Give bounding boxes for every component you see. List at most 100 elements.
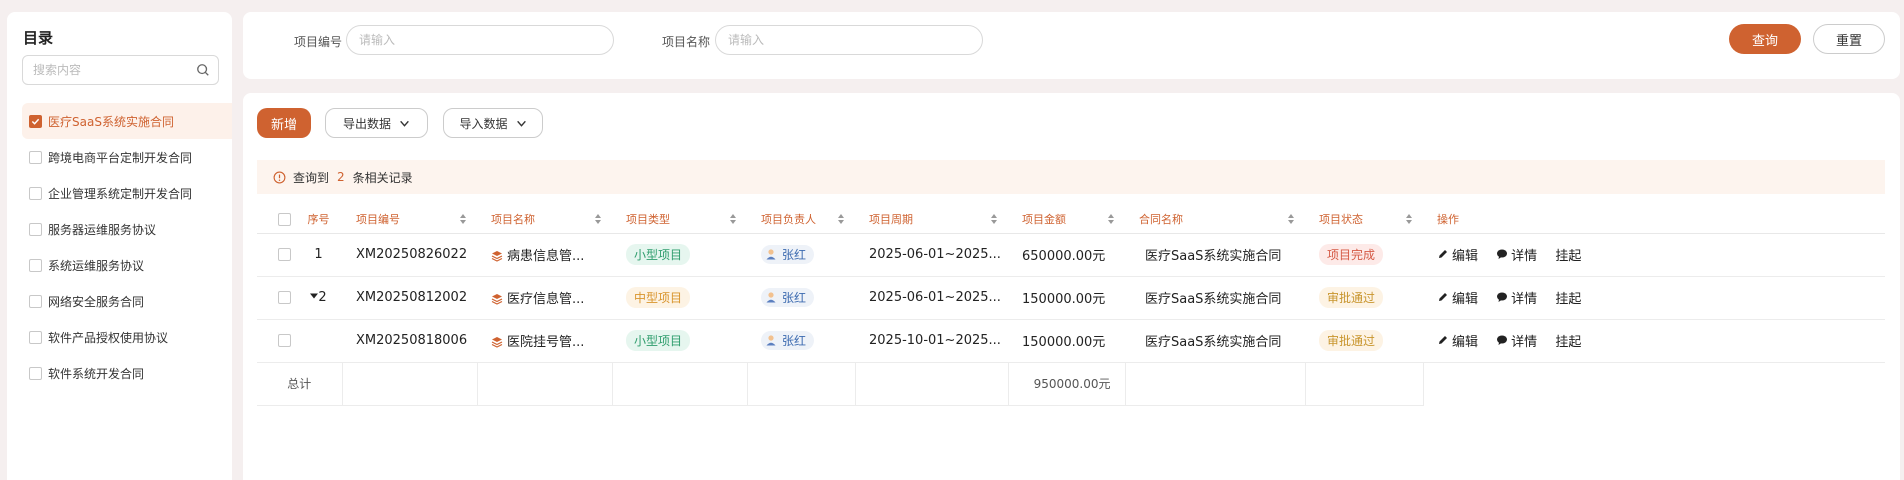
reset-button[interactable]: 重置	[1813, 24, 1885, 54]
header-contract[interactable]: 合同名称	[1125, 205, 1305, 234]
row-contract: 医疗SaaS系统实施合同	[1125, 276, 1305, 320]
sidebar-item-checkbox[interactable]	[29, 186, 42, 200]
sort-icon[interactable]	[990, 213, 998, 225]
sidebar-item-3[interactable]: 服务器运维服务协议	[22, 211, 232, 247]
header-amount[interactable]: 项目金额	[1008, 205, 1125, 234]
sidebar-item-checkbox[interactable]	[29, 258, 42, 272]
sidebar-item-checkbox[interactable]	[29, 330, 42, 344]
sidebar-item-checkbox[interactable]	[29, 366, 42, 380]
sort-icon[interactable]	[837, 213, 845, 225]
row-index[interactable]: 2	[295, 276, 342, 320]
table-row[interactable]: XM20250818006 医院挂号管... 小型项目 张红 2025-10-0…	[257, 319, 1885, 363]
edit-button[interactable]: 编辑	[1437, 288, 1478, 307]
table-row[interactable]: 1 XM20250826022 病患信息管... 小型项目 张红 2025-06…	[257, 233, 1885, 277]
comment-icon	[1497, 292, 1508, 303]
suspend-button[interactable]: 挂起	[1555, 288, 1581, 307]
row-name[interactable]: 医院挂号管...	[477, 319, 612, 363]
header-name[interactable]: 项目名称	[477, 205, 612, 234]
search-icon[interactable]	[196, 63, 210, 77]
sidebar-item-2[interactable]: 企业管理系统定制开发合同	[22, 175, 232, 211]
main-panel: 新增 导出数据 导入数据 查询到 2 条相关记录 序号 项目编号 项目名称 项目…	[243, 93, 1900, 480]
sidebar-item-label: 企业管理系统定制开发合同	[48, 186, 193, 201]
header-owner[interactable]: 项目负责人	[747, 205, 855, 234]
layers-icon	[491, 337, 503, 348]
edit-button[interactable]: 编辑	[1437, 245, 1478, 264]
owner-chip: 张红	[761, 330, 815, 350]
detail-button[interactable]: 详情	[1496, 288, 1537, 307]
edit-label: 编辑	[1452, 291, 1479, 307]
row-checkbox[interactable]	[278, 248, 291, 261]
row-amount: 650000.00元	[1008, 233, 1125, 277]
owner-name: 张红	[782, 333, 807, 348]
chevron-down-icon	[516, 120, 526, 127]
total-empty-cell	[477, 362, 613, 406]
detail-button[interactable]: 详情	[1496, 331, 1537, 350]
row-name[interactable]: 医疗信息管...	[477, 276, 612, 320]
table-row[interactable]: 2 XM20250812002 医疗信息管... 中型项目 张红 2025-06…	[257, 276, 1885, 320]
detail-button[interactable]: 详情	[1496, 245, 1537, 264]
user-avatar-icon	[766, 335, 776, 346]
new-button[interactable]: 新增	[257, 108, 311, 138]
row-checkbox[interactable]	[278, 334, 291, 347]
project-name-input[interactable]	[715, 25, 983, 55]
sidebar-item-1[interactable]: 跨境电商平台定制开发合同	[22, 139, 232, 175]
sidebar-item-checkbox[interactable]	[29, 150, 42, 164]
row-actions: 编辑 详情 挂起	[1423, 233, 1885, 277]
sidebar-item-5[interactable]: 网络安全服务合同	[22, 283, 232, 319]
alert-count: 2	[337, 170, 345, 184]
suspend-button[interactable]: 挂起	[1555, 245, 1581, 264]
header-index: 序号	[295, 205, 342, 234]
row-checkbox[interactable]	[278, 291, 291, 304]
sidebar-item-checkbox[interactable]	[29, 294, 42, 308]
sort-icon[interactable]	[1107, 213, 1115, 225]
detail-label: 详情	[1511, 334, 1538, 350]
sort-icon[interactable]	[459, 213, 467, 225]
project-code-input[interactable]	[346, 25, 614, 55]
header-amount-label: 项目金额	[1022, 212, 1066, 226]
export-button[interactable]: 导出数据	[325, 108, 428, 138]
row-type: 中型项目	[612, 276, 747, 320]
check-icon	[31, 118, 40, 125]
sort-icon[interactable]	[1405, 213, 1413, 225]
total-empty-cell	[747, 362, 856, 406]
sort-icon[interactable]	[729, 213, 737, 225]
sidebar-item-checkbox[interactable]	[29, 222, 42, 236]
sort-icon[interactable]	[1287, 213, 1295, 225]
row-name[interactable]: 病患信息管...	[477, 233, 612, 277]
header-status[interactable]: 项目状态	[1305, 205, 1423, 234]
sidebar-item-7[interactable]: 软件系统开发合同	[22, 355, 232, 391]
type-badge: 中型项目	[626, 287, 691, 308]
header-type[interactable]: 项目类型	[612, 205, 747, 234]
row-name-text: 医院挂号管...	[507, 335, 585, 350]
suspend-button[interactable]: 挂起	[1555, 331, 1581, 350]
import-button[interactable]: 导入数据	[443, 108, 543, 138]
header-code-label: 项目编号	[356, 212, 400, 226]
row-select	[257, 233, 295, 277]
sidebar-item-0[interactable]: 医疗SaaS系统实施合同	[22, 103, 232, 139]
row-name-text: 医疗信息管...	[507, 292, 585, 307]
sidebar-item-6[interactable]: 软件产品授权使用协议	[22, 319, 232, 355]
sidebar-item-label: 服务器运维服务协议	[48, 222, 157, 237]
table-header-row: 序号 项目编号 项目名称 项目类型 项目负责人 项目周期 项目金额 合同名称 项…	[257, 205, 1885, 234]
total-empty-cell	[612, 362, 748, 406]
row-period: 2025-10-01~2025...	[855, 319, 1008, 363]
edit-button[interactable]: 编辑	[1437, 331, 1478, 350]
total-amount: 950000.00元	[1008, 362, 1126, 406]
sidebar-item-4[interactable]: 系统运维服务协议	[22, 247, 232, 283]
sidebar-item-checkbox[interactable]	[29, 114, 42, 128]
select-all-checkbox[interactable]	[278, 212, 291, 226]
header-period[interactable]: 项目周期	[855, 205, 1008, 234]
row-type: 小型项目	[612, 233, 747, 277]
header-type-label: 项目类型	[626, 212, 670, 226]
row-amount: 150000.00元	[1008, 319, 1125, 363]
row-contract: 医疗SaaS系统实施合同	[1125, 233, 1305, 277]
row-owner: 张红	[747, 233, 855, 277]
header-code[interactable]: 项目编号	[342, 205, 477, 234]
row-owner: 张红	[747, 276, 855, 320]
query-button[interactable]: 查询	[1729, 24, 1801, 54]
row-index-text: 2	[318, 290, 327, 305]
sidebar-list: 医疗SaaS系统实施合同 跨境电商平台定制开发合同 企业管理系统定制开发合同 服…	[22, 103, 232, 391]
sort-icon[interactable]	[594, 213, 602, 225]
sidebar-search-input[interactable]	[23, 56, 183, 84]
total-empty-cell	[1125, 362, 1306, 406]
